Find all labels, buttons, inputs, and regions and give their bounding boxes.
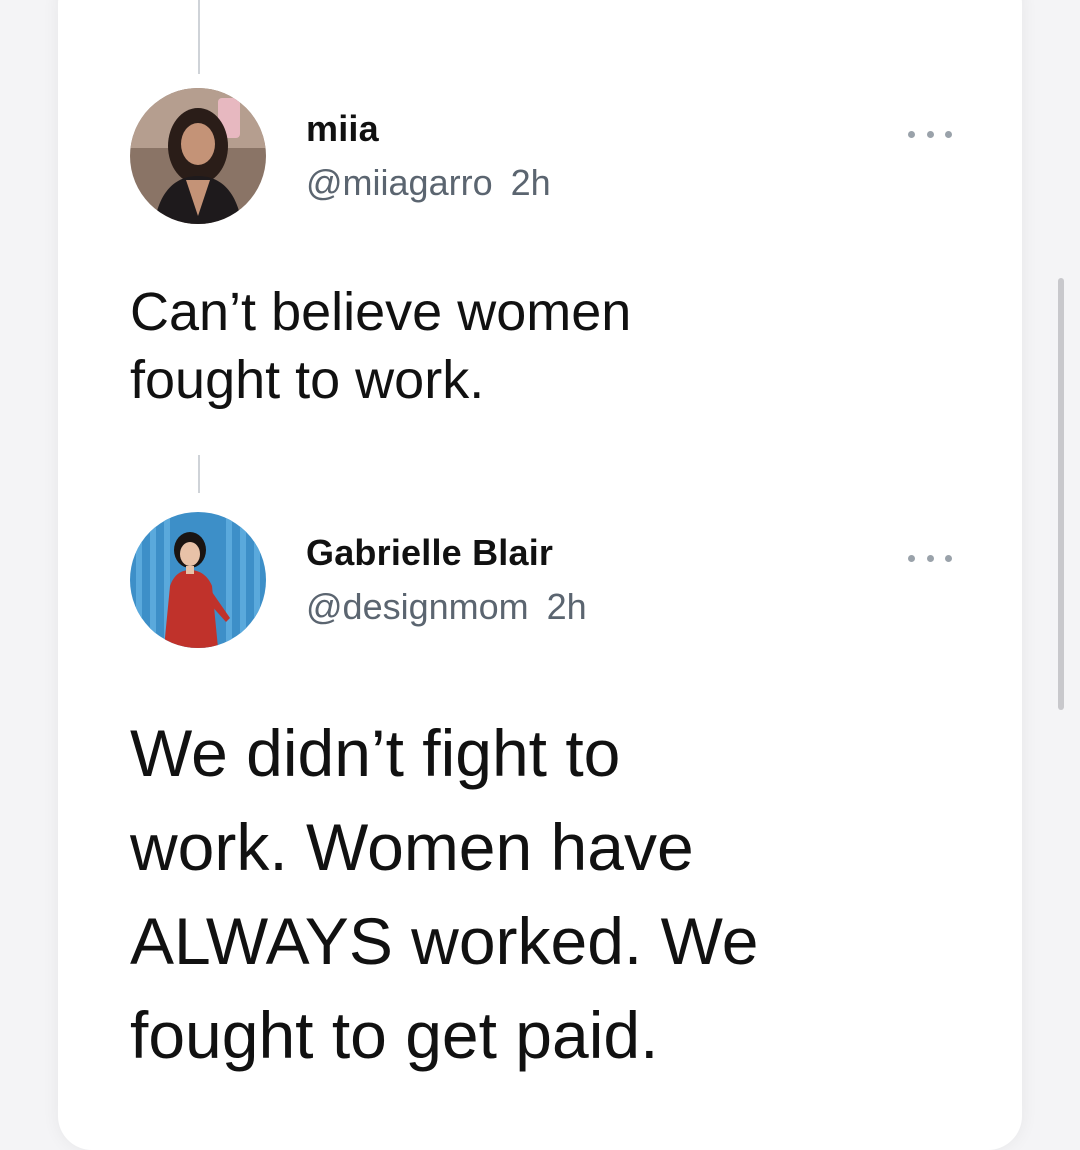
timestamp[interactable]: 2h [547, 586, 587, 627]
scrollbar[interactable] [1058, 278, 1064, 710]
tweet-text-line: fought to get paid. [130, 998, 659, 1072]
thread-connector-line [198, 0, 200, 74]
tweet-text-line: We didn’t fight to [130, 716, 621, 790]
handle[interactable]: @designmom [306, 586, 529, 627]
display-name[interactable]: Gabrielle Blair [306, 532, 553, 574]
tweet-text-line: work. Women have [130, 810, 694, 884]
thread-connector-line [198, 455, 200, 493]
timestamp[interactable]: 2h [511, 162, 551, 203]
avatar[interactable] [130, 88, 266, 224]
handle[interactable]: @miiagarro [306, 162, 493, 203]
tweet-text-line: fought to work. [130, 350, 485, 410]
tweet-text-line: Can’t believe women [130, 282, 632, 342]
tweet-meta: @designmom 2h [306, 586, 587, 628]
profile-photo-icon [130, 88, 266, 224]
tweet-text-line: ALWAYS worked. We [130, 904, 759, 978]
avatar[interactable] [130, 512, 266, 648]
more-options-icon[interactable] [908, 552, 952, 564]
tweet-text: Can’t believe women fought to work. [130, 278, 631, 414]
more-options-icon[interactable] [908, 128, 952, 140]
profile-photo-icon [130, 512, 266, 648]
tweet-meta: @miiagarro 2h [306, 162, 551, 204]
display-name[interactable]: miia [306, 108, 379, 150]
tweet-text: We didn’t fight to work. Women have ALWA… [130, 706, 758, 1082]
